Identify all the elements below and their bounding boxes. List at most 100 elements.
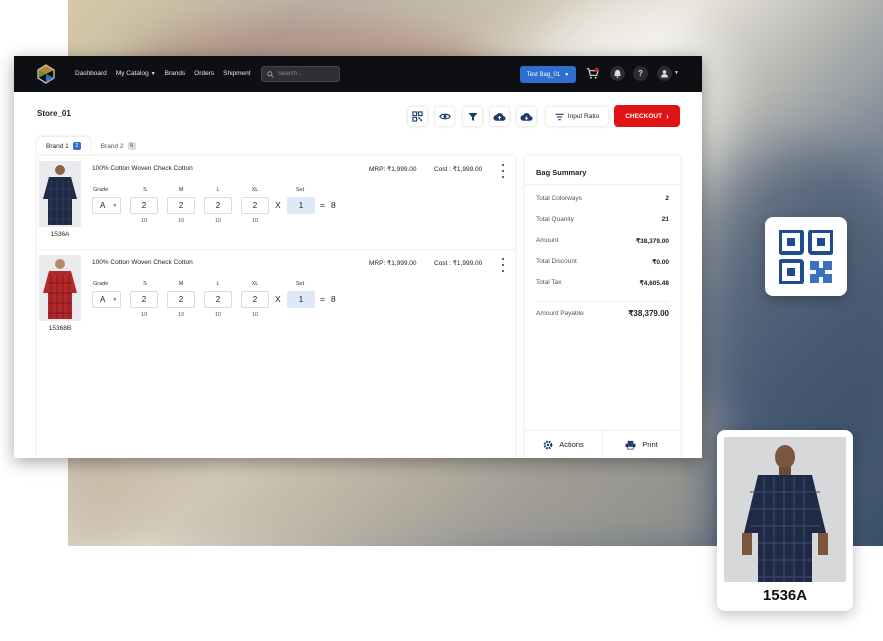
qty-input-l[interactable]: 2 — [204, 291, 232, 308]
qr-code-icon — [412, 111, 423, 122]
actions-label: Actions — [559, 440, 584, 449]
user-avatar-icon[interactable] — [657, 66, 672, 81]
nav-my-catalog[interactable]: My Catalog ▼ — [116, 70, 156, 77]
bell-icon[interactable] — [610, 66, 625, 81]
brand-tabs: Brand 1 2 Brand 2 N — [37, 137, 145, 155]
more-options-icon[interactable] — [500, 164, 506, 178]
bag-selector-label: Test Bag_01 — [526, 71, 561, 78]
filter-button[interactable] — [463, 107, 482, 126]
page-title: Store_01 — [37, 109, 71, 118]
nav-orders[interactable]: Orders — [194, 70, 214, 77]
qty-input-xl[interactable]: 2 — [241, 197, 269, 214]
stock-m: 10 — [177, 312, 185, 318]
product-sku: 1536A — [50, 231, 70, 238]
stock-m: 10 — [177, 218, 185, 224]
nav-dashboard[interactable]: Dashboard — [75, 70, 107, 77]
size-header-xl: XL — [251, 281, 259, 287]
checkout-button[interactable]: CHECKOUT › — [614, 105, 680, 127]
logo-icon[interactable] — [36, 64, 56, 84]
chevron-down-icon: ▼ — [112, 296, 118, 303]
search-input[interactable] — [278, 71, 334, 77]
size-header-l: L — [216, 187, 220, 193]
product-name: 100% Cotton Woven Check Cotton — [92, 259, 193, 266]
product-photo — [724, 437, 846, 582]
qty-input-s[interactable]: 2 — [130, 291, 158, 308]
grade-header: Grade — [93, 187, 109, 193]
grade-value: A — [100, 295, 106, 304]
tab-label: Brand 2 — [100, 142, 124, 150]
checkout-label: CHECKOUT — [625, 112, 663, 120]
qr-code-icon — [779, 229, 833, 284]
summary-value: 21 — [661, 216, 669, 223]
grade-select[interactable]: A ▼ — [92, 197, 121, 214]
list-item: 15368B 100% Cotton Woven Check Cotton MR… — [37, 249, 515, 342]
set-input[interactable]: 1 — [287, 197, 315, 214]
top-navbar: Dashboard My Catalog ▼ Brands Orders Ship… — [14, 56, 702, 92]
view-button[interactable] — [435, 107, 454, 126]
product-card-sku: 1536A — [762, 587, 808, 604]
chevron-right-icon: › — [666, 111, 669, 121]
qty-input-l[interactable]: 2 — [204, 197, 232, 214]
qty-input-m[interactable]: 2 — [167, 197, 195, 214]
size-header-m: M — [178, 187, 184, 193]
summary-value: 2 — [665, 195, 669, 202]
amount-payable-row: Amount Payable ₹38,379.00 — [536, 309, 669, 318]
set-input[interactable]: 1 — [287, 291, 315, 308]
help-icon[interactable]: ? — [633, 66, 648, 81]
eye-icon — [438, 113, 451, 120]
summary-row: Amount ₹38,379.00 — [536, 237, 669, 245]
download-button[interactable] — [517, 107, 536, 126]
summary-row: Total Discount ₹0.00 — [536, 258, 669, 266]
chevron-down-icon: ▼ — [150, 71, 156, 77]
chevron-down-icon: ▼ — [564, 71, 570, 78]
divider — [536, 301, 669, 302]
stock-l: 10 — [214, 312, 222, 318]
upload-button[interactable] — [490, 107, 509, 126]
row-total: 8 — [331, 294, 336, 304]
grade-select[interactable]: A ▼ — [92, 291, 121, 308]
set-header: Set — [295, 187, 305, 193]
input-ratio-button[interactable]: Input Ratio — [546, 107, 608, 126]
main-content: Store_01 Input Ratio CHECKOUT › Brand 1 … — [14, 92, 702, 458]
summary-label: Total Tax — [536, 279, 562, 286]
search-box — [261, 66, 340, 82]
actions-button[interactable]: Actions — [525, 431, 602, 458]
more-options-icon[interactable] — [500, 258, 506, 272]
size-header-s: S — [143, 281, 147, 287]
marketing-composite: Dashboard My Catalog ▼ Brands Orders Ship… — [0, 0, 883, 641]
stock-s: 10 — [140, 218, 148, 224]
qty-input-m[interactable]: 2 — [167, 291, 195, 308]
stock-l: 10 — [214, 218, 222, 224]
product-cost: Cost : ₹1,999.00 — [434, 260, 483, 267]
multiply-sign: X — [275, 294, 281, 304]
divider — [525, 184, 680, 185]
tab-badge: N — [127, 142, 136, 150]
filter-icon — [468, 112, 477, 121]
tab-brand-2[interactable]: Brand 2 N — [92, 137, 145, 155]
summary-label: Amount — [536, 237, 559, 244]
summary-value: ₹4,605.48 — [639, 280, 669, 287]
printer-icon — [625, 440, 636, 449]
bag-selector-dropdown[interactable]: Test Bag_01 ▼ — [520, 66, 576, 83]
print-label: Print — [642, 440, 658, 449]
qty-input-xl[interactable]: 2 — [241, 291, 269, 308]
product-thumbnail[interactable] — [39, 255, 81, 321]
cart-icon[interactable] — [585, 66, 600, 81]
tab-brand-1[interactable]: Brand 1 2 — [37, 137, 90, 155]
qty-input-s[interactable]: 2 — [130, 197, 158, 214]
summary-footer: Actions Print — [525, 430, 680, 458]
product-preview-card: 1536A — [717, 430, 853, 611]
stock-xl: 10 — [251, 218, 259, 224]
print-button[interactable]: Print — [602, 431, 680, 458]
product-thumbnail[interactable] — [39, 161, 81, 227]
summary-value: ₹0.00 — [652, 259, 669, 266]
nav-shipment[interactable]: Shipment — [223, 70, 250, 77]
product-cost: Cost : ₹1,999.00 — [434, 166, 483, 173]
equals-sign: = — [320, 200, 325, 210]
chevron-down-icon[interactable]: ▼ — [674, 70, 679, 76]
qr-code-button[interactable] — [408, 107, 427, 126]
cloud-download-icon — [520, 112, 533, 121]
nav-brands[interactable]: Brands — [165, 70, 186, 77]
product-name: 100% Cotton Woven Check Cotton — [92, 165, 193, 172]
amount-payable-value: ₹38,379.00 — [628, 309, 669, 318]
